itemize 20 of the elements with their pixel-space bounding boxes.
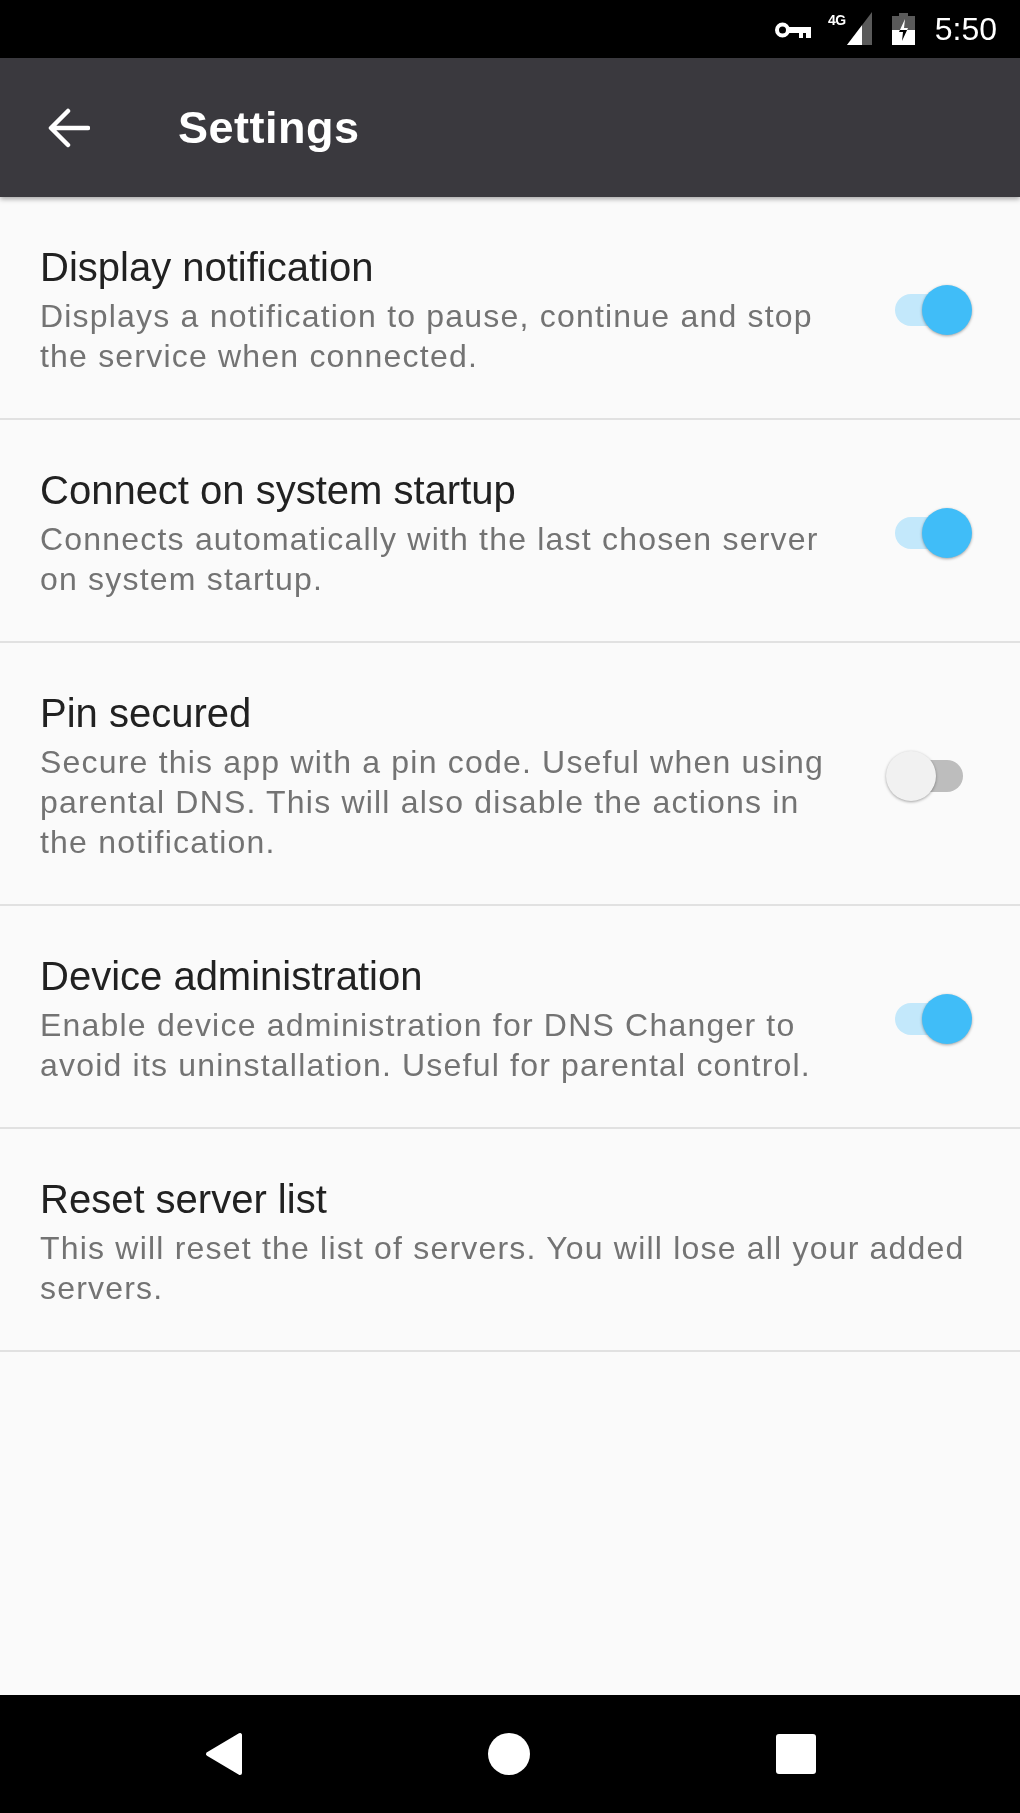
setting-summary: This will reset the list of servers. You will lose all your added servers. <box>40 1229 966 1308</box>
setting-title: Reset server list <box>40 1176 328 1223</box>
back-icon[interactable] <box>204 1732 242 1776</box>
setting-title: Display notification <box>40 244 375 291</box>
key-icon <box>775 22 812 38</box>
setting-summary: Connects automatically with the last chosen server on system startup. <box>40 520 820 599</box>
home-icon[interactable] <box>487 1733 530 1775</box>
setting-title: Connect on system startup <box>40 467 517 514</box>
recent-apps-icon[interactable] <box>775 1734 816 1774</box>
setting-title: Device administration <box>40 953 424 1000</box>
battery-charging-icon <box>891 13 915 45</box>
setting-title: Pin secured <box>40 690 253 737</box>
back-arrow-icon[interactable] <box>48 107 90 148</box>
signal-icon <box>846 12 872 45</box>
status-time: 5:50 <box>934 11 997 47</box>
screen-title: Settings <box>178 100 360 155</box>
setting-summary: Secure this app with a pin code. Useful when using parental DNS. This will also disable the actions in the notification. <box>40 743 825 862</box>
setting-summary: Enable device administration for DNS Changer to avoid its uninstallation. Useful for parental control. <box>40 1006 812 1085</box>
setting-summary: Displays a notification to pause, continue and stop the service when connected. <box>40 297 814 376</box>
network-type-label: 4G <box>828 13 846 27</box>
